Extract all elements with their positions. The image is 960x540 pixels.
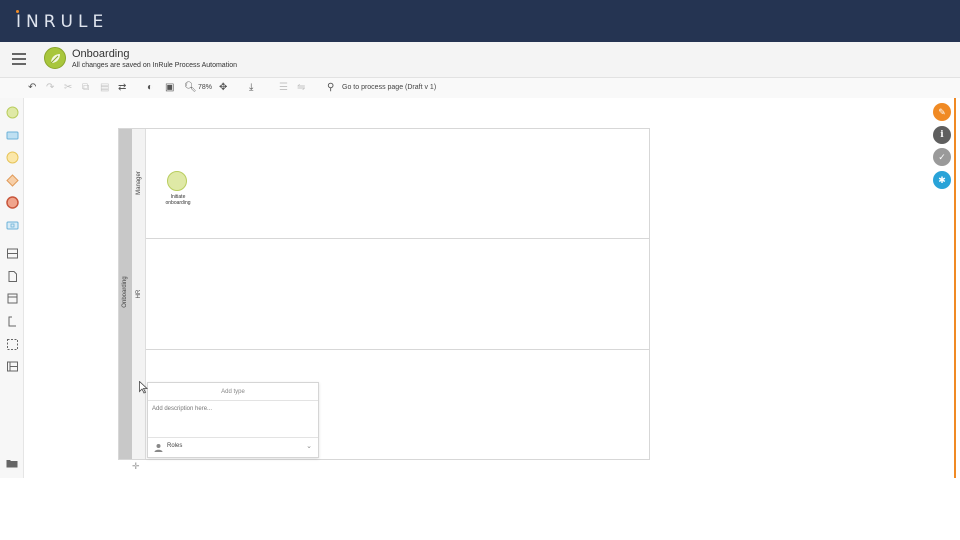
editor-toolbar: ↶ ↷ ✂ ⧉ ▤ ⇄ ◐ ▣ 🔍︎ 78% ✥ ⤓ ☰ ⇋ ⚲ Go to p…: [0, 78, 960, 98]
roles-label: Roles: [167, 443, 183, 449]
lane-name-manager: Manager: [136, 171, 142, 195]
lane-hr[interactable]: [146, 239, 650, 350]
annotation-tool-icon[interactable]: [6, 315, 19, 328]
group-tool-icon[interactable]: [6, 338, 19, 351]
lane-name-hr: HR: [136, 289, 142, 299]
redo-icon[interactable]: ↷: [46, 82, 54, 94]
paste-icon[interactable]: ▤: [100, 82, 109, 94]
pan-icon[interactable]: ✥: [219, 82, 227, 94]
pool-tool-icon[interactable]: [6, 247, 19, 260]
save-status: All changes are saved on InRule Process …: [72, 62, 237, 69]
open-folder-icon[interactable]: [6, 458, 18, 468]
process-header: Onboarding All changes are saved on InRu…: [0, 42, 960, 78]
gateway-tool-icon[interactable]: [6, 174, 19, 187]
chevron-down-icon[interactable]: ⌄: [306, 442, 312, 450]
share-network-icon[interactable]: ✱: [933, 171, 951, 189]
shape-palette: [0, 98, 24, 478]
hamburger-menu-icon[interactable]: [12, 53, 26, 65]
undo-icon[interactable]: ↶: [28, 82, 36, 94]
info-icon[interactable]: i: [933, 126, 951, 144]
cut-icon[interactable]: ✂: [64, 82, 72, 94]
start-event-initiate-onboarding[interactable]: [167, 171, 187, 191]
lane-properties-popup: Add type Add description here... Roles ⌄: [147, 382, 319, 458]
lane-label-manager[interactable]: Manager: [132, 129, 146, 239]
properties-panel-edge: [954, 98, 956, 478]
process-title: Onboarding: [72, 48, 130, 60]
intermediate-event-tool-icon[interactable]: [6, 151, 19, 164]
distribute-icon[interactable]: ☰: [279, 82, 288, 94]
description-input[interactable]: Add description here...: [148, 401, 318, 438]
mouse-cursor-icon: [139, 381, 148, 394]
app-logo[interactable]: INRULE: [16, 12, 108, 32]
contrast-icon[interactable]: ◐: [147, 82, 153, 94]
data-object-tool-icon[interactable]: [6, 270, 19, 283]
lane-label-hr[interactable]: HR: [132, 239, 146, 350]
add-lane-icon[interactable]: ✛: [132, 461, 140, 472]
subprocess-tool-icon[interactable]: [6, 219, 19, 232]
task-tool-icon[interactable]: [6, 129, 19, 142]
pool-name: Onboarding: [122, 276, 128, 308]
connect-icon[interactable]: ⇄: [118, 82, 126, 94]
go-to-process-icon[interactable]: ⚲: [327, 82, 334, 94]
zoom-icon[interactable]: 🔍︎: [184, 82, 197, 94]
roles-icon: [154, 444, 163, 452]
go-to-process-link[interactable]: Go to process page (Draft v 1): [342, 82, 436, 94]
copy-icon[interactable]: ⧉: [82, 82, 89, 94]
layout-icon[interactable]: ⇋: [297, 82, 305, 94]
top-bar: INRULE: [0, 0, 960, 42]
validate-check-icon[interactable]: ✓: [933, 148, 951, 166]
lane-label-empty[interactable]: [132, 350, 146, 459]
properties-tag-icon[interactable]: ✎: [933, 103, 951, 121]
end-event-tool-icon[interactable]: [6, 196, 19, 209]
zoom-level[interactable]: 78%: [198, 82, 212, 94]
align-icon[interactable]: ⤓: [249, 82, 253, 94]
data-store-tool-icon[interactable]: [6, 292, 19, 305]
pool-label-bar[interactable]: Onboarding: [119, 129, 132, 459]
process-leaf-icon: [44, 47, 66, 69]
start-event-label: Initiate onboarding: [165, 194, 191, 206]
lane-manager[interactable]: [146, 129, 650, 239]
lane-tool-icon[interactable]: [6, 360, 19, 373]
start-event-tool-icon[interactable]: [6, 106, 19, 119]
roles-select[interactable]: Roles ⌄: [148, 438, 318, 457]
popup-type-header[interactable]: Add type: [148, 383, 318, 401]
fit-screen-icon[interactable]: ▣: [165, 82, 174, 94]
